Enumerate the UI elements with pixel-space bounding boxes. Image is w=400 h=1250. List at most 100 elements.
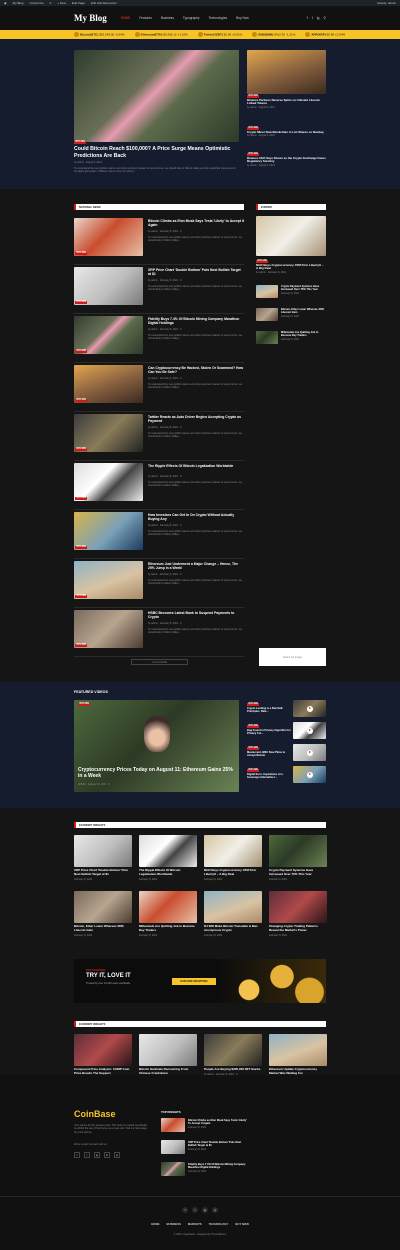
national-news-item[interactable]: BITCOIN XRP Price Chart 'Double Bottom' P… bbox=[74, 265, 244, 314]
news-category[interactable]: BITCOIN bbox=[75, 298, 88, 304]
facebook-icon[interactable]: f bbox=[74, 1152, 80, 1158]
insight-card[interactable]: Changing Crypto Trading Patterns Reveal … bbox=[269, 891, 327, 937]
insight-card-title[interactable]: DJ Will Make Bitcoin Traceable & Ban Ano… bbox=[204, 924, 262, 933]
insight-card-image[interactable] bbox=[204, 835, 262, 867]
play-icon[interactable] bbox=[306, 705, 313, 712]
video-thumbnail[interactable] bbox=[293, 744, 326, 761]
ticker-item[interactable]: Tether(USDT) $1.00 +0.01% bbox=[197, 32, 242, 37]
news-title[interactable]: Bitcoin Climbs as Elon Musk Says Tesla '… bbox=[148, 219, 244, 228]
hero-side-item[interactable]: BITCOIN Binance Partners Reverse Splits … bbox=[247, 92, 326, 109]
insight-card-image[interactable] bbox=[269, 1034, 327, 1066]
insight-card-title[interactable]: Crypto Payment Systems Have Increased Ov… bbox=[269, 868, 327, 877]
news-title[interactable]: Twitter Reacts as Auto Driver Begins Acc… bbox=[148, 415, 244, 424]
insight-card-title[interactable]: Bitcoin, Ether Lower Whereas XRP, Liteco… bbox=[74, 924, 132, 933]
insight-card-image[interactable] bbox=[139, 1034, 197, 1066]
insight-card-image[interactable] bbox=[139, 891, 197, 923]
news-category[interactable]: BITCOIN bbox=[75, 396, 88, 402]
insight-card[interactable]: Bitcoin Hashrate Recovering From Chinese… bbox=[139, 1034, 197, 1080]
facebook-icon[interactable]: f bbox=[182, 1207, 188, 1213]
insight-card[interactable]: The Ripple Effects Of Bitcoin Legalizati… bbox=[139, 835, 197, 881]
insight-card[interactable]: Compound Price Analysis: COMP Coin Price… bbox=[74, 1034, 132, 1080]
europe-item[interactable]: Millennials Are Quitting Job to Become D… bbox=[281, 331, 326, 341]
youtube-icon[interactable]: yt bbox=[114, 1152, 120, 1158]
insight-card[interactable]: Ethereum Update Cryptocurrency Market Wa… bbox=[269, 1034, 327, 1080]
national-news-item[interactable]: BITCOIN Fidelity Buys 7.4% Of Bitcoin Min… bbox=[74, 314, 244, 363]
top-insight-item[interactable]: Bitcoin Climbs as Elon Musk Says Tesla '… bbox=[188, 1119, 250, 1129]
europe-main-image[interactable] bbox=[256, 216, 326, 256]
europe-item[interactable]: Bitcoin, Ether Lower Whereas XRP, Liteco… bbox=[281, 308, 326, 318]
news-category[interactable]: BITCOIN bbox=[75, 249, 88, 255]
ticker-item[interactable]: Bitcoin(BTC) $52,349.00 -0.54% bbox=[74, 32, 125, 37]
linkedin-icon[interactable]: in bbox=[104, 1152, 110, 1158]
national-news-item[interactable]: BITCOIN Can Cryptocurrency Be Hacked, Sto… bbox=[74, 363, 244, 412]
top-insight-item[interactable]: XRP Price Chart 'Double Bottom' Puts Nex… bbox=[188, 1141, 250, 1151]
nav-typography[interactable]: Typography bbox=[183, 16, 200, 20]
hero-side-item[interactable]: BITCOIN Crypto Miner Now Blockchain to L… bbox=[247, 124, 326, 137]
footer-menu-markets[interactable]: MARKETS bbox=[188, 1222, 202, 1226]
europe-item-image[interactable] bbox=[256, 285, 278, 298]
insight-card-title[interactable]: Changing Crypto Trading Patterns Reveal … bbox=[269, 924, 327, 933]
insight-card[interactable]: People Are Buying $200,000 NFT Bucksby a… bbox=[204, 1034, 262, 1076]
news-title[interactable]: The Ripple Effects Of Bitcoin Legalizati… bbox=[148, 464, 244, 468]
insight-card-image[interactable] bbox=[269, 891, 327, 923]
insight-card-image[interactable] bbox=[74, 891, 132, 923]
video-list-item[interactable]: BITCOIN Crypto Lending is a Notchall: Pri… bbox=[247, 700, 326, 720]
nav-business[interactable]: Business bbox=[161, 16, 174, 20]
top-insight-image[interactable] bbox=[161, 1118, 185, 1132]
national-news-item[interactable]: BITCOIN Bitcoin Climbs as Elon Musk Says … bbox=[74, 216, 244, 265]
europe-item-image[interactable] bbox=[256, 308, 278, 321]
promo-button[interactable]: EXPLORE DRAWTING bbox=[172, 978, 216, 985]
wp-logo-icon[interactable]: ◉ bbox=[4, 1, 7, 5]
admin-bar-customize[interactable]: Customize bbox=[29, 1, 43, 5]
insight-card-image[interactable] bbox=[74, 835, 132, 867]
admin-bar-elementor[interactable]: Edit with Elementor bbox=[91, 1, 117, 5]
instagram-icon[interactable]: ig bbox=[202, 1207, 208, 1213]
footer-menu-buy-now[interactable]: BUY NOW bbox=[235, 1222, 248, 1226]
instagram-icon[interactable]: ig bbox=[317, 16, 320, 20]
news-category[interactable]: BITCOIN bbox=[75, 494, 88, 500]
insight-card-title[interactable]: People Are Buying $200,000 NFT Bucks bbox=[204, 1067, 262, 1072]
nav-home[interactable]: HOME bbox=[121, 16, 131, 20]
national-news-item[interactable]: BITCOIN Ethereum Just Underwent a Major C… bbox=[74, 559, 244, 608]
facebook-icon[interactable]: f bbox=[307, 16, 308, 20]
nav-buy-now[interactable]: Buy Now bbox=[236, 16, 249, 20]
news-title[interactable]: Can Cryptocurrency Be Hacked, Stolen Or … bbox=[148, 366, 244, 375]
insight-card[interactable]: Crypto Payment Systems Have Increased Ov… bbox=[269, 835, 327, 881]
national-news-item[interactable]: BITCOIN Twitter Reacts as Auto Driver Beg… bbox=[74, 412, 244, 461]
nav-technologies[interactable]: Technologies bbox=[209, 16, 228, 20]
twitter-icon[interactable]: t bbox=[84, 1152, 90, 1158]
featured-video-category[interactable]: BITCOIN bbox=[78, 700, 91, 706]
youtube-icon[interactable]: yt bbox=[212, 1207, 218, 1213]
admin-bar-greeting[interactable]: Howdy, admin bbox=[377, 1, 396, 5]
news-category[interactable]: BITCOIN bbox=[75, 445, 88, 451]
national-news-item[interactable]: BITCOIN How Investors Can Get In On Crypt… bbox=[74, 510, 244, 559]
ticker-item[interactable]: BNB(BNB) $412.30 -1.21% bbox=[252, 32, 295, 37]
admin-bar-new[interactable]: + New bbox=[57, 1, 66, 5]
top-insight-image[interactable] bbox=[161, 1162, 185, 1176]
ad-placeholder[interactable]: Select Ad Image bbox=[259, 648, 326, 666]
footer-menu-home[interactable]: HOME bbox=[151, 1222, 159, 1226]
video-thumbnail[interactable] bbox=[293, 700, 326, 717]
ticker-item[interactable]: XRP(XRP) $0.98 +2.04% bbox=[305, 32, 345, 37]
insight-card-image[interactable] bbox=[204, 891, 262, 923]
footer-menu-technology[interactable]: TECHNOLOGY bbox=[209, 1222, 229, 1226]
play-icon[interactable] bbox=[306, 771, 313, 778]
twitter-icon[interactable]: t bbox=[312, 16, 313, 20]
video-list-item[interactable]: BITCOIN Bug Found in Privacy Algorithm fo… bbox=[247, 722, 326, 742]
news-category[interactable]: BITCOIN bbox=[75, 543, 88, 549]
news-title[interactable]: Fidelity Buys 7.4% Of Bitcoin Mining Com… bbox=[148, 317, 244, 326]
insight-card[interactable]: XRP Price Chart 'Double Bottom' Puts Nex… bbox=[74, 835, 132, 881]
insight-card-image[interactable] bbox=[269, 835, 327, 867]
load-more-button[interactable]: LOAD MORE bbox=[131, 659, 188, 665]
insight-card-image[interactable] bbox=[139, 835, 197, 867]
admin-bar-site[interactable]: My Blog bbox=[13, 1, 24, 5]
news-title[interactable]: How Investors Can Get In On Crypto Witho… bbox=[148, 513, 244, 522]
news-title[interactable]: XRP Price Chart 'Double Bottom' Puts Nex… bbox=[148, 268, 244, 277]
insight-card-image[interactable] bbox=[204, 1034, 262, 1066]
video-thumbnail[interactable] bbox=[293, 722, 326, 739]
promo-banner[interactable]: NEW DRAWTING! TRY IT, LOVE IT Trusted by… bbox=[74, 959, 326, 1003]
top-insight-item[interactable]: Fidelity Buys 7.4% Of Bitcoin Mining Com… bbox=[188, 1163, 250, 1173]
play-icon[interactable] bbox=[306, 749, 313, 756]
admin-bar-comments[interactable]: 0 bbox=[50, 1, 52, 5]
news-category[interactable]: BITCOIN bbox=[75, 347, 88, 353]
